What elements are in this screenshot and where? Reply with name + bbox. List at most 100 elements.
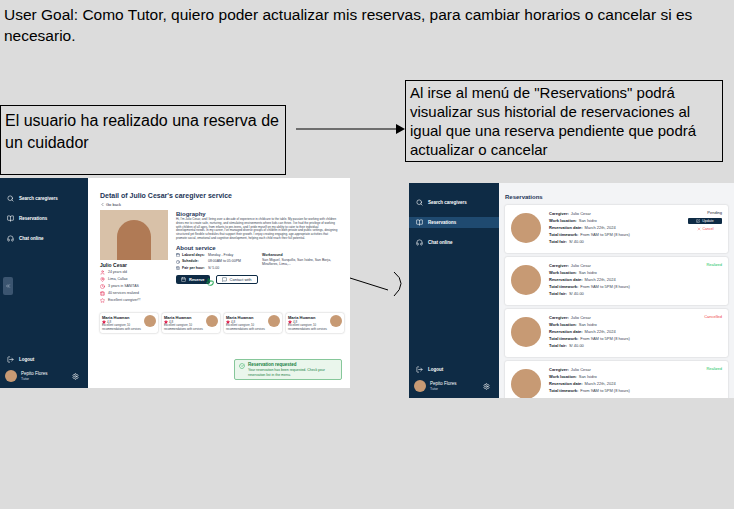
nav-icon [7,235,14,242]
page-title: Reservations [505,193,728,201]
caregiver-fact: 24 years old [100,270,168,275]
reservations-content: ReservationsCaregiver:Julio CesarWork lo… [499,183,734,398]
cursor-icon [206,278,214,286]
caregiver-avatar [511,317,541,347]
fact-icon [100,277,105,282]
reservations-screenshot: Search caregivers Reservations Chat online… [409,183,734,398]
arrow-icon [296,122,406,136]
reservation-card: Caregiver:Julio CesarWork location:San I… [505,309,728,357]
caregiver-photo [100,210,168,260]
logout-button[interactable]: Logout [0,356,88,363]
nav-icon [7,195,14,202]
caregiver-avatar [511,265,541,295]
reserve-icon [181,277,186,282]
chat-icon [222,277,227,282]
x-icon [697,227,701,231]
reservation-status: Realized [706,262,722,268]
reservation-field: Total fair:S/ 40.00 [549,342,680,349]
fact-icon [100,298,105,303]
reservation-card: Caregiver:Julio CesarWork location:San I… [505,205,728,253]
user-avatar [414,380,426,392]
reservation-field: Work location:San Isidro [549,217,680,224]
edit-icon [696,219,700,223]
sidebar-item[interactable]: Reservations [0,213,88,224]
about-field: Schedule:08:00AM to 05:00PM [176,259,256,264]
user-profile[interactable]: Pepito FloresTutor [409,380,499,392]
about-field: Fair per hour:S/ 5.00 [176,266,256,271]
about-field: Laboral days:Monday - Friday [176,253,256,258]
nav-icon [416,199,423,206]
reservation-card: Caregiver:Julio CesarWork location:San I… [505,361,728,398]
biography-title: Biography [176,210,338,218]
reserve-button[interactable]: Reserve [176,275,210,284]
sidebar-item[interactable]: Search caregivers [0,193,88,204]
sidebar-item[interactable]: Chat online [409,237,499,248]
annotation-box: El usuario ha realizado una reserva de u… [0,105,286,175]
about-icon [176,260,180,264]
reservation-field: Total timework:From 9AM to 5PM (8 hours) [549,283,680,290]
logout-icon [416,366,423,373]
reservation-field: Reservation date:March 22th, 2024 [549,328,680,335]
caregiver-name: Julio Cesar [100,262,168,269]
reservation-field: Work location:San Isidro [549,373,680,380]
gear-icon[interactable] [483,383,490,390]
gear-icon[interactable] [72,373,79,380]
reservation-field: Work location:San Isidro [549,321,680,328]
similar-caregiver-card[interactable]: Maria Huaman4.8Excellent caregiver, 10 r… [286,313,344,333]
go-back-link[interactable]: Go back [100,202,338,207]
reservation-status: Realized [706,366,722,372]
cancel-button[interactable]: Cancel [688,226,722,232]
reservation-field: Total timework:From 9AM to 5PM (8 hours) [549,387,680,394]
similar-caregiver-card[interactable]: Maria Huaman4.8Excellent caregiver, 10 r… [224,313,282,333]
detail-content: Detail of Julio Cesar's caregiver servic… [88,178,350,388]
workaround: WorkaroundSan Miguel, Surquillo, San Isi… [262,253,338,271]
reservation-status: Cancelled [704,314,722,320]
nav-icon [416,219,423,226]
reservation-field: Work location:San Isidro [549,269,680,276]
reservation-toast: Reservation requestedYour reservation ha… [234,359,342,380]
reservation-card: Caregiver:Julio CesarWork location:San I… [505,257,728,305]
fact-icon [100,284,105,289]
user-profile[interactable]: Pepito FloresTutor [0,370,88,382]
caregiver-avatar [511,369,541,398]
about-icon [176,266,180,270]
nav-icon [416,239,423,246]
sidebar-item[interactable]: Reservations [409,217,499,228]
slide: User Goal: Como Tutor, quiero poder actu… [0,0,734,509]
reservation-field: Reservation date:March 22th, 2024 [549,276,680,283]
sidebar: Search caregivers Reservations Chat online… [409,183,499,398]
similar-caregiver-card[interactable]: Maria Huaman4.8Excellent caregiver, 10 r… [100,313,158,333]
caregiver-fact: 40 services realized [100,291,168,296]
reservation-field: Total fair:S/ 40.00 [549,290,680,297]
reservation-field: Total timework:From 9AM to 5PM (8 hours) [549,335,680,342]
caregiver-fact: 3 years in SANITAS [100,284,168,289]
contact-button[interactable]: Contact with [216,275,258,284]
caregiver-avatar [511,213,541,243]
reservation-field: Caregiver:Julio Cesar [549,366,680,373]
update-button[interactable]: Update [688,218,722,224]
fact-icon [100,291,105,296]
reservation-field: Caregiver:Julio Cesar [549,314,680,321]
reservation-field: Reservation date:March 22th, 2024 [549,380,680,387]
logout-button[interactable]: Logout [409,366,499,373]
back-icon [100,202,105,207]
check-icon [239,363,245,369]
caregiver-detail-screenshot: Search caregivers Reservations Chat online… [0,178,350,388]
caregiver-avatar [268,315,280,327]
caregiver-avatar [330,315,342,327]
nav-icon [7,215,14,222]
sidebar-item[interactable]: Search caregivers [409,197,499,208]
collapse-icon [5,283,11,289]
caregiver-avatar [144,315,156,327]
reservation-field: Reservation date:March 22th, 2024 [549,224,680,231]
caregiver-fact: Lima, Callao [100,277,168,282]
caregiver-fact: Excellent caregiver!!! [100,298,168,303]
fact-icon [100,270,105,275]
about-icon [176,253,180,257]
sidebar-item[interactable]: Chat online [0,233,88,244]
user-goal: User Goal: Como Tutor, quiero poder actu… [4,4,730,46]
similar-caregiver-card[interactable]: Maria Huaman4.8Excellent caregiver, 10 r… [162,313,220,333]
collapse-tab[interactable] [3,277,13,295]
biography-text: Hi, I'm Julio Cesar, and I bring over a … [176,218,338,241]
annotation-box: Al irse al menú de "Reservations" podrá … [405,80,723,162]
